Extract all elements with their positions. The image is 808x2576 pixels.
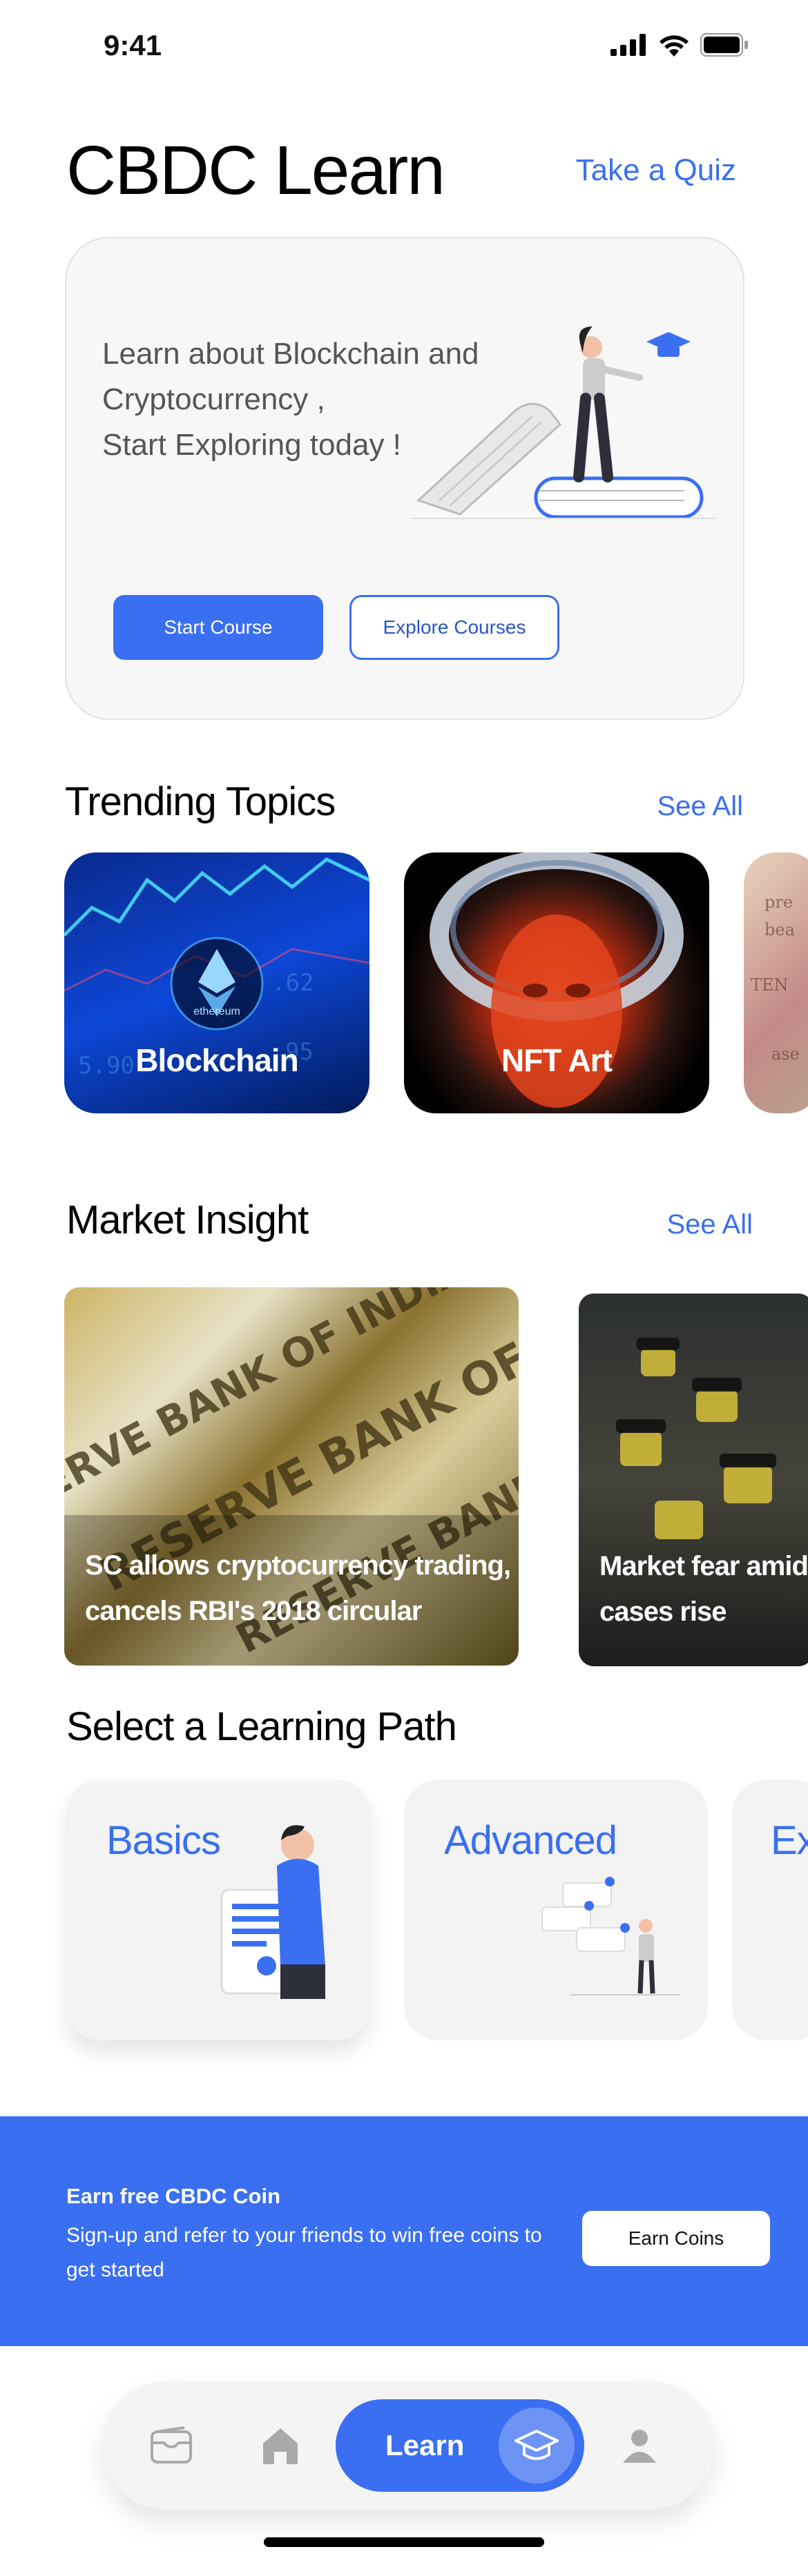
learning-path-title: Select a Learning Path bbox=[66, 1704, 457, 1749]
banknote-image: pre bea TEN ase bbox=[751, 892, 800, 1064]
wallet-icon bbox=[151, 2426, 192, 2463]
market-card-caption: Market fear amid cases rise bbox=[599, 1543, 808, 1635]
promo-heading: Earn free CBDC Coin bbox=[66, 2184, 281, 2208]
promo-body: Sign-up and refer to your friends to win… bbox=[66, 2224, 542, 2281]
svg-text:TEN: TEN bbox=[751, 975, 789, 995]
nav-learn-icon-wrap bbox=[499, 2408, 575, 2484]
svg-text:bea: bea bbox=[764, 920, 795, 939]
trending-topics-title: Trending Topics bbox=[65, 779, 336, 824]
market-card-traffic[interactable]: Market fear amid cases rise bbox=[579, 1294, 808, 1666]
svg-text:pre: pre bbox=[764, 892, 793, 912]
ethereum-logo-text: ethereum bbox=[193, 1006, 240, 1017]
profile-icon bbox=[623, 2430, 656, 2463]
home-icon bbox=[263, 2428, 298, 2464]
battery-icon bbox=[700, 33, 748, 57]
graduation-cap-icon bbox=[514, 2430, 559, 2460]
svg-text:ase: ase bbox=[771, 1044, 800, 1064]
reading-person-illustration bbox=[412, 326, 715, 519]
app-title: CBDC Learn bbox=[66, 132, 445, 209]
start-course-button[interactable]: Start Course bbox=[113, 595, 323, 660]
basics-illustration bbox=[220, 1825, 325, 1999]
nav-learn-label: Learn bbox=[385, 2429, 465, 2461]
path-card-label: Ex bbox=[771, 1818, 808, 1863]
status-icons bbox=[610, 33, 749, 57]
nav-learn-active[interactable]: Learn bbox=[336, 2399, 584, 2492]
path-card-basics[interactable]: Basics bbox=[66, 1779, 370, 2040]
topic-card-label: NFT Art bbox=[501, 1042, 613, 1078]
market-insight-title: Market Insight bbox=[66, 1198, 309, 1242]
earn-coins-button[interactable]: Earn Coins bbox=[582, 2211, 770, 2266]
topic-card-banknote[interactable]: pre bea TEN ase bbox=[744, 852, 808, 1113]
market-caption-line-1: SC allows cryptocurrency trading, bbox=[85, 1550, 511, 1581]
status-time: 9:41 bbox=[104, 29, 162, 61]
market-see-all-link[interactable]: See All bbox=[666, 1209, 753, 1240]
svg-text:.62: .62 bbox=[271, 969, 314, 997]
market-card-caption: SC allows cryptocurrency trading, cancel… bbox=[85, 1543, 511, 1634]
market-caption-line-2: cases rise bbox=[599, 1597, 727, 1627]
earn-coin-banner: Earn free CBDC Coin Sign-up and refer to… bbox=[0, 2116, 808, 2346]
topic-card-nft-art[interactable]: NFT Art bbox=[404, 852, 709, 1113]
path-card-advanced[interactable]: Advanced bbox=[404, 1779, 708, 2040]
nav-profile[interactable] bbox=[613, 2419, 666, 2472]
signal-icon bbox=[610, 34, 646, 56]
path-card-expert[interactable]: Ex bbox=[732, 1779, 808, 2040]
hero-card: Learn about Blockchain and Cryptocurrenc… bbox=[65, 237, 744, 720]
wifi-icon bbox=[660, 35, 689, 57]
topic-card-blockchain[interactable]: .62 95 5.90 ethereum Blockchain bbox=[64, 852, 369, 1113]
explore-courses-button[interactable]: Explore Courses bbox=[349, 595, 559, 660]
home-indicator bbox=[264, 2537, 544, 2547]
bottom-nav: Learn bbox=[102, 2381, 714, 2510]
nav-wallet[interactable] bbox=[145, 2419, 198, 2472]
market-caption-line-1: Market fear amid bbox=[599, 1551, 808, 1581]
take-quiz-link[interactable]: Take a Quiz bbox=[576, 153, 736, 188]
market-caption-line-2: cancels RBI's 2018 circular bbox=[85, 1596, 422, 1626]
advanced-illustration bbox=[541, 1877, 680, 1996]
trending-see-all-link[interactable]: See All bbox=[657, 791, 743, 822]
topic-card-label: Blockchain bbox=[135, 1042, 298, 1078]
market-card-rbi[interactable]: RESERVE BANK OF INDIA RESERVE BANK OF IN… bbox=[64, 1287, 519, 1666]
nav-home[interactable] bbox=[254, 2419, 307, 2472]
